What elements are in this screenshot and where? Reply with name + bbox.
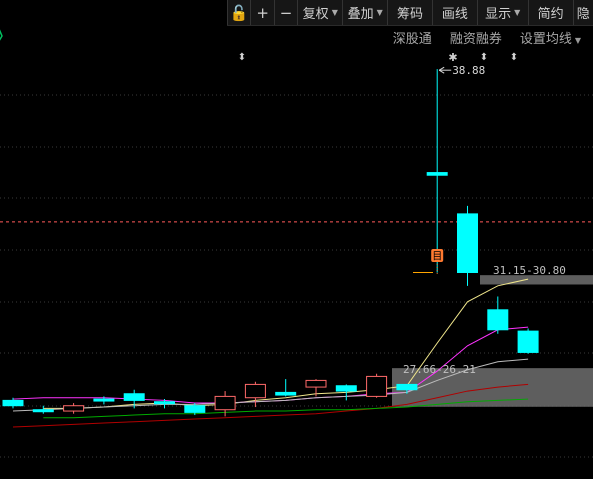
fuquan-label: 复权: [302, 7, 329, 22]
chevron-down-icon: ▼: [331, 8, 338, 17]
draw-line-button[interactable]: 画线: [431, 0, 477, 25]
hide-label: 隐: [576, 7, 590, 22]
candlestick-chart[interactable]: 38.88 31.15-30.80 27.66-26.21 目 ⬍ ⬍ ⬍ ✱: [0, 0, 593, 479]
top-arrow-icon: ⬍: [510, 52, 518, 63]
chart-toolbar: 🔓 + − 复权 ▼ 叠加 ▼ 筹码 画线 显示 ▼ 简约 隐: [227, 0, 593, 26]
draw-line-label: 画线: [441, 7, 468, 22]
simple-mode-label: 简约: [537, 7, 564, 22]
fuquan-button[interactable]: 复权 ▼: [297, 0, 343, 25]
candle-body: [305, 379, 327, 388]
ma-settings-label: 设置均线: [519, 31, 572, 47]
upper-range-label: 31.15-30.80: [493, 264, 566, 277]
tab-shengutong[interactable]: 深股通: [393, 28, 432, 47]
candle-body: [2, 399, 24, 407]
chevron-down-icon: ▼: [574, 35, 581, 45]
ma-settings-dropdown[interactable]: 设置均线 ▼: [520, 28, 581, 47]
zoom-in-icon[interactable]: +: [250, 0, 274, 25]
star-icon: ✱: [448, 51, 457, 64]
candle-body: [184, 405, 206, 413]
candle-body: [335, 385, 357, 392]
chart-subtabs: 深股通 融资融券 设置均线 ▼: [393, 26, 593, 48]
candle-body: [517, 330, 539, 353]
display-label: 显示: [485, 7, 512, 22]
top-arrow-icon: ⬍: [480, 52, 488, 63]
hide-button[interactable]: 隐: [572, 0, 593, 25]
unlock-icon[interactable]: 🔓: [227, 0, 251, 25]
overlay-label: 叠加: [347, 7, 374, 22]
candle-body: [32, 409, 54, 413]
candle-body: [244, 383, 266, 399]
overlay-button[interactable]: 叠加 ▼: [342, 0, 388, 25]
candle-body: [123, 393, 145, 401]
zoom-out-icon[interactable]: −: [273, 0, 298, 25]
candle-body: [275, 391, 297, 396]
simple-mode-button[interactable]: 简约: [527, 0, 573, 25]
event-marker-label: 目: [432, 252, 442, 263]
candle-body: [366, 375, 388, 397]
chips-button[interactable]: 筹码: [387, 0, 432, 25]
candle-body: [93, 398, 115, 402]
top-arrow-icon: ⬍: [238, 52, 246, 63]
candle-body: [426, 172, 448, 176]
candle-body: [63, 405, 85, 412]
lower-range-label: 27.66-26.21: [403, 363, 476, 376]
candle-body: [487, 309, 509, 331]
chips-label: 筹码: [397, 7, 424, 22]
display-button[interactable]: 显示 ▼: [476, 0, 528, 25]
corner-marker-icon: [0, 29, 3, 41]
tab-margin-trading[interactable]: 融资融券: [450, 28, 502, 47]
high-price-label: 38.88: [452, 64, 485, 77]
candle-body: [214, 395, 236, 411]
candle-body: [154, 401, 175, 405]
candle-body: [457, 213, 478, 273]
candle-body: [396, 383, 418, 391]
chevron-down-icon: ▼: [514, 8, 521, 17]
chevron-down-icon: ▼: [376, 8, 383, 17]
